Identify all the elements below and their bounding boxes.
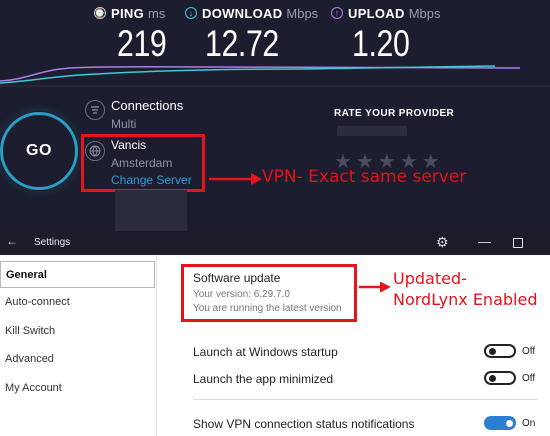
vpn-notifications-state: On [522,418,536,429]
launch-startup-state: Off [522,346,536,357]
upload-unit: Mbps [408,5,441,21]
speedtest-panel: ⌚ PING ms 219 ↓ DOWNLOAD Mbps 12.72 ↑ UP… [0,0,550,231]
minimize-icon[interactable]: — [478,234,491,249]
toggle-knob [489,347,496,355]
download-unit: Mbps [286,5,319,21]
provider-name-redacted [337,126,407,136]
ping-metric: ⌚ PING ms 219 [94,4,177,64]
vpn-annotation-text: VPN- Exact same server [262,167,467,187]
server-highlight-box [81,134,205,192]
settings-sidebar: General Auto-connect Kill Switch Advance… [0,255,157,436]
launch-minimized-toggle[interactable] [484,371,516,385]
back-arrow-icon[interactable]: ← [6,234,18,248]
connections-icon [85,100,105,120]
settings-window: ← Settings ⚙ — General Auto-connect Kill… [0,231,550,436]
vpn-annotation-arrow [209,173,262,185]
toggle-knob [489,374,496,382]
update-annotation-line-2: NordLynx Enabled [393,290,538,309]
maximize-icon[interactable] [513,238,523,248]
download-graph-line [0,65,496,84]
speed-graph [0,65,550,87]
upload-metric: ↑ UPLOAD Mbps 1.20 [331,4,441,64]
go-label: GO [26,142,52,159]
launch-startup-label: Launch at Windows startup [193,345,338,359]
toggle-knob [506,419,513,427]
sidebar-item-kill-switch[interactable]: Kill Switch [0,318,155,345]
window-title: Settings [34,237,71,248]
update-annotation-line-1: Updated- [393,269,467,288]
launch-minimized-state: Off [522,373,536,384]
sidebar-item-advanced[interactable]: Advanced [0,346,155,373]
connections-title: Connections [111,98,184,113]
launch-minimized-label: Launch the app minimized [193,372,334,386]
redacted-area [115,190,187,231]
download-icon: ↓ [185,7,197,19]
ping-label: PING [111,5,144,21]
update-annotation-text: Updated- NordLynx Enabled [393,268,537,310]
settings-titlebar: ← Settings ⚙ — [0,231,550,255]
download-metric: ↓ DOWNLOAD Mbps 12.72 [185,4,318,64]
connections-value[interactable]: Multi [111,117,136,131]
software-update-highlight-box [181,264,357,322]
gear-icon[interactable]: ⚙ [436,234,449,251]
vpn-notifications-toggle[interactable] [484,416,516,430]
upload-label: UPLOAD [348,5,405,21]
ping-icon: ⌚ [94,7,106,19]
vpn-notifications-label: Show VPN connection status notifications [193,417,415,431]
ping-unit: ms [147,5,166,21]
section-divider [193,399,538,400]
download-label: DOWNLOAD [202,5,283,21]
launch-startup-toggle[interactable] [484,344,516,358]
rate-provider-title: RATE YOUR PROVIDER [334,108,455,119]
upload-icon: ↑ [331,7,343,19]
go-button[interactable]: GO [0,112,78,190]
sidebar-item-my-account[interactable]: My Account [0,375,155,402]
sidebar-item-auto-connect[interactable]: Auto-connect [0,289,155,316]
sidebar-item-general[interactable]: General [0,261,155,288]
update-annotation-arrow [359,281,391,293]
